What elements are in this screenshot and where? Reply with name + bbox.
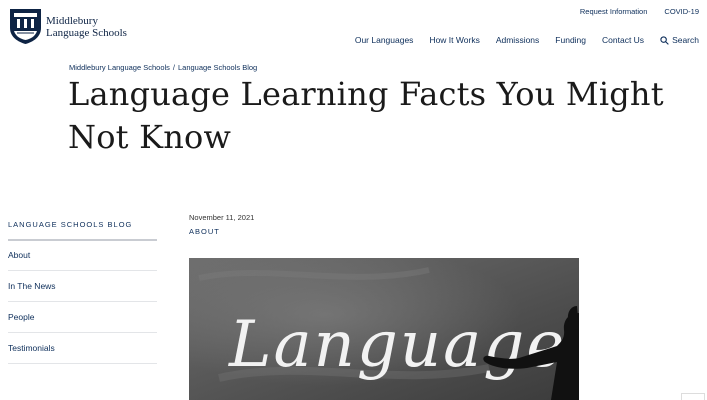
- sidebar-heading[interactable]: LANGUAGE SCHOOLS BLOG: [8, 220, 157, 241]
- request-information-link[interactable]: Request Information: [580, 7, 648, 16]
- hero-image: Language: [189, 258, 579, 400]
- breadcrumb-blog-link[interactable]: Language Schools Blog: [178, 63, 257, 72]
- sidebar-nav: About In The News People Testimonials: [8, 240, 157, 364]
- hero-chalk-word: Language: [228, 308, 566, 382]
- breadcrumb-separator: /: [172, 63, 175, 72]
- main-nav: Our Languages How It Works Admissions Fu…: [355, 35, 699, 45]
- nav-admissions[interactable]: Admissions: [496, 35, 539, 45]
- nav-how-it-works[interactable]: How It Works: [429, 35, 479, 45]
- covid-19-link[interactable]: COVID-19: [664, 7, 699, 16]
- brand-line-1: Middlebury: [46, 14, 98, 27]
- breadcrumb-home-link[interactable]: Middlebury Language Schools: [69, 63, 170, 72]
- nav-our-languages[interactable]: Our Languages: [355, 35, 414, 45]
- sidebar-item-in-the-news[interactable]: In The News: [8, 271, 157, 302]
- page-title: Language Learning Facts You Might Not Kn…: [68, 75, 664, 156]
- shield-crest-icon: [10, 9, 41, 44]
- article-category-link[interactable]: ABOUT: [189, 227, 220, 236]
- sidebar-item-people[interactable]: People: [8, 302, 157, 333]
- nav-funding[interactable]: Funding: [555, 35, 586, 45]
- search-icon: [660, 35, 669, 45]
- search-label: Search: [672, 35, 699, 45]
- article-date: November 11, 2021: [189, 213, 255, 222]
- site-logo[interactable]: Middlebury Language Schools: [9, 8, 127, 45]
- scroll-to-top-button[interactable]: [681, 393, 705, 400]
- sidebar-item-about[interactable]: About: [8, 240, 157, 271]
- brand-line-2: Language Schools: [46, 26, 127, 39]
- utility-nav: Request Information COVID-19: [580, 7, 699, 16]
- sidebar-item-testimonials[interactable]: Testimonials: [8, 333, 157, 364]
- nav-contact-us[interactable]: Contact Us: [602, 35, 644, 45]
- breadcrumb: Middlebury Language Schools / Language Sch…: [69, 63, 257, 72]
- chalkboard-photo-icon: Language: [189, 258, 579, 400]
- search-button[interactable]: Search: [660, 35, 699, 45]
